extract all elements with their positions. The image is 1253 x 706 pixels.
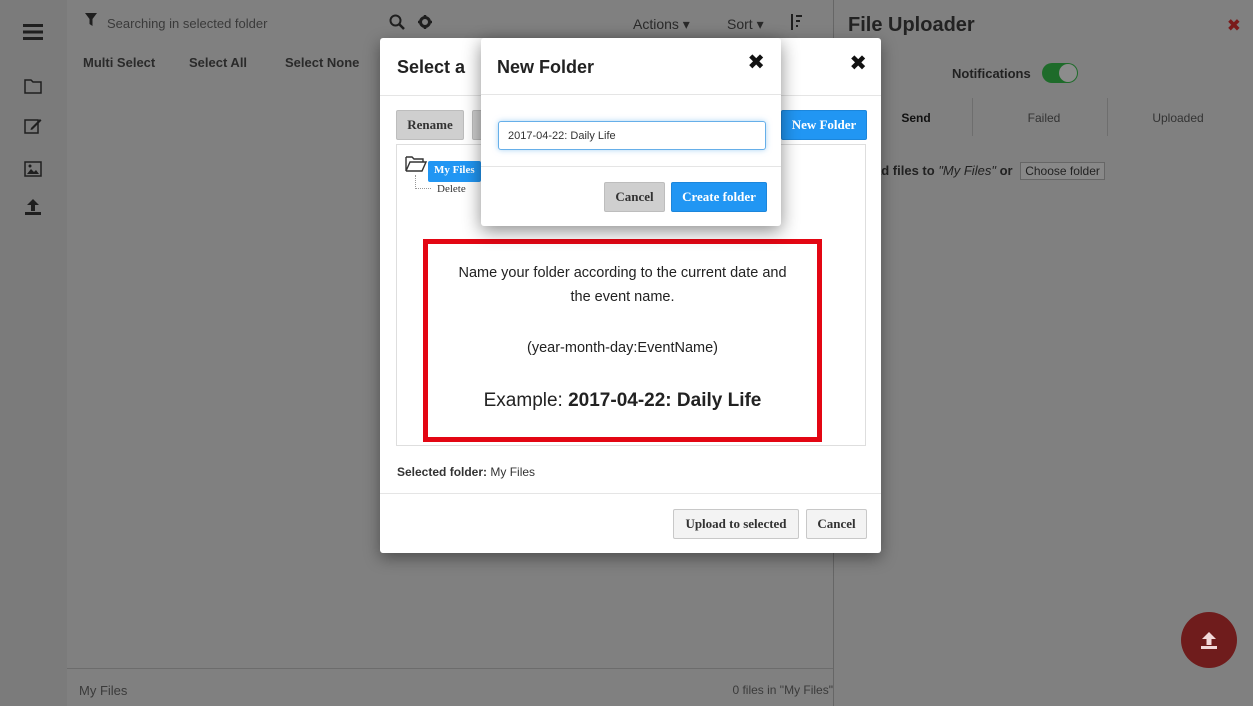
selected-folder-key: Selected folder: xyxy=(397,465,488,479)
modal-header: New Folder ✖ xyxy=(481,38,781,95)
modal-title: New Folder xyxy=(497,57,595,77)
upload-destination-message: ad files to "My Files" or Choose folder xyxy=(874,162,1105,180)
close-icon[interactable]: ✖ xyxy=(1227,16,1241,36)
left-rail xyxy=(0,0,67,706)
filter-icon[interactable] xyxy=(85,13,97,30)
tree-node-my-files[interactable]: My Files xyxy=(428,161,481,182)
note-example: Example: 2017-04-22: Daily Life xyxy=(428,390,817,412)
search-icon[interactable] xyxy=(389,14,405,33)
select-all-button[interactable]: Select All xyxy=(189,55,247,70)
actions-menu[interactable]: Actions ▾ xyxy=(633,16,690,33)
choose-folder-button[interactable]: Choose folder xyxy=(1020,162,1105,180)
selected-folder-value: My Files xyxy=(490,465,536,479)
rename-button[interactable]: Rename xyxy=(396,110,464,140)
upload-fab-button[interactable] xyxy=(1181,612,1237,668)
file-count: 0 files in "My Files" xyxy=(732,683,833,697)
message-prefix: ad files to xyxy=(874,163,935,178)
message-target: "My Files" xyxy=(938,163,996,178)
tree-branch-line xyxy=(415,175,431,189)
tab-divider xyxy=(1107,98,1108,136)
dialog-footer-divider xyxy=(380,493,881,494)
tab-uploaded[interactable]: Uploaded xyxy=(1110,96,1246,140)
cancel-button[interactable]: Cancel xyxy=(806,509,867,539)
dialog-title: Select a xyxy=(397,57,466,77)
tree-node-child[interactable]: Delete xyxy=(437,183,466,195)
gear-icon[interactable] xyxy=(417,14,433,33)
select-none-button[interactable]: Select None xyxy=(285,55,359,70)
upload-to-selected-button[interactable]: Upload to selected xyxy=(673,509,799,539)
file-uploader-panel: File Uploader ✖ Notifications Send Faile… xyxy=(833,0,1253,706)
close-icon[interactable]: ✖ xyxy=(849,51,867,76)
notifications-label: Notifications xyxy=(952,66,1031,81)
note-instruction: Name your folder according to the curren… xyxy=(458,265,787,305)
note-example-value: 2017-04-22: Daily Life xyxy=(568,390,762,411)
tab-divider xyxy=(972,98,973,136)
search-input[interactable] xyxy=(107,10,347,36)
folder-name-input[interactable] xyxy=(498,121,766,150)
folder-icon[interactable] xyxy=(22,75,44,97)
message-or: or xyxy=(999,163,1013,178)
new-folder-button[interactable]: New Folder xyxy=(781,110,867,140)
multi-select-button[interactable]: Multi Select xyxy=(83,55,155,70)
cancel-button[interactable]: Cancel xyxy=(604,182,665,212)
notifications-toggle[interactable] xyxy=(1042,63,1078,83)
uploader-tabs: Send Failed Uploaded xyxy=(834,96,1253,140)
folder-open-icon[interactable] xyxy=(405,155,428,176)
modal-footer-divider xyxy=(481,166,781,167)
new-folder-modal: New Folder ✖ Cancel Create folder xyxy=(481,38,781,226)
edit-icon[interactable] xyxy=(22,115,44,137)
sort-menu[interactable]: Sort ▾ xyxy=(727,16,764,33)
tab-failed[interactable]: Failed xyxy=(976,96,1112,140)
note-format: (year-month-day:EventName) xyxy=(527,340,718,356)
browser-status-bar: My Files 0 files in "My Files" xyxy=(67,668,833,706)
toggle-knob xyxy=(1059,64,1077,82)
instruction-note: Name your folder according to the curren… xyxy=(423,239,822,442)
upload-icon xyxy=(1201,632,1217,649)
note-example-prefix: Example: xyxy=(483,390,569,411)
upload-icon[interactable] xyxy=(22,196,44,218)
sort-order-icon[interactable] xyxy=(789,13,803,34)
close-icon[interactable]: ✖ xyxy=(747,50,765,75)
current-path: My Files xyxy=(79,683,128,698)
selected-folder-label: Selected folder: My Files xyxy=(397,465,535,479)
image-icon[interactable] xyxy=(22,158,44,180)
uploader-title: File Uploader xyxy=(848,14,975,36)
menu-icon[interactable] xyxy=(22,21,44,43)
create-folder-button[interactable]: Create folder xyxy=(671,182,767,212)
